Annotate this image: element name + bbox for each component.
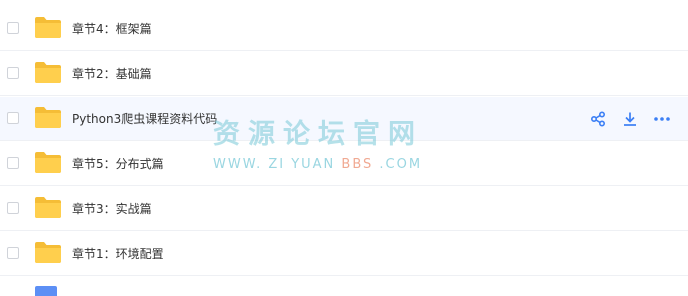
more-button[interactable] bbox=[652, 109, 672, 129]
download-icon bbox=[624, 112, 636, 126]
file-row-3[interactable]: 章节5：分布式篇 bbox=[0, 142, 688, 186]
file-name[interactable]: 章节1：环境配置 bbox=[72, 232, 164, 276]
file-row-2[interactable]: Python3爬虫课程资料代码 bbox=[0, 97, 688, 141]
folder-icon bbox=[35, 197, 61, 218]
row-checkbox[interactable] bbox=[7, 202, 19, 214]
folder-icon bbox=[35, 242, 61, 263]
file-row-4[interactable]: 章节3：实战篇 bbox=[0, 187, 688, 231]
row-checkbox[interactable] bbox=[7, 247, 19, 259]
file-name[interactable]: Python3爬虫课程资料代码 bbox=[72, 97, 217, 141]
document-icon bbox=[35, 286, 57, 296]
file-row-partial[interactable] bbox=[0, 278, 688, 296]
file-row-0[interactable]: 章节4：框架篇 bbox=[0, 7, 688, 51]
folder-icon bbox=[35, 107, 61, 128]
more-icon bbox=[654, 117, 670, 121]
file-row-1[interactable]: 章节2：基础篇 bbox=[0, 52, 688, 96]
row-checkbox[interactable] bbox=[7, 67, 19, 79]
file-name[interactable]: 章节3：实战篇 bbox=[72, 187, 152, 231]
share-icon bbox=[590, 111, 606, 127]
row-checkbox[interactable] bbox=[7, 157, 19, 169]
row-actions bbox=[588, 109, 672, 129]
share-button[interactable] bbox=[588, 109, 608, 129]
file-name[interactable]: 章节2：基础篇 bbox=[72, 52, 152, 96]
file-list: 章节4：框架篇 章节2：基础篇 Python3爬虫课程资料代码 章节5：分布式篇… bbox=[0, 0, 688, 296]
file-name[interactable]: 章节5：分布式篇 bbox=[72, 142, 164, 186]
folder-icon bbox=[35, 17, 61, 38]
download-button[interactable] bbox=[620, 109, 640, 129]
folder-icon bbox=[35, 62, 61, 83]
row-checkbox[interactable] bbox=[7, 112, 19, 124]
row-checkbox[interactable] bbox=[7, 22, 19, 34]
folder-icon bbox=[35, 152, 61, 173]
file-row-5[interactable]: 章节1：环境配置 bbox=[0, 232, 688, 276]
file-name[interactable]: 章节4：框架篇 bbox=[72, 7, 152, 51]
